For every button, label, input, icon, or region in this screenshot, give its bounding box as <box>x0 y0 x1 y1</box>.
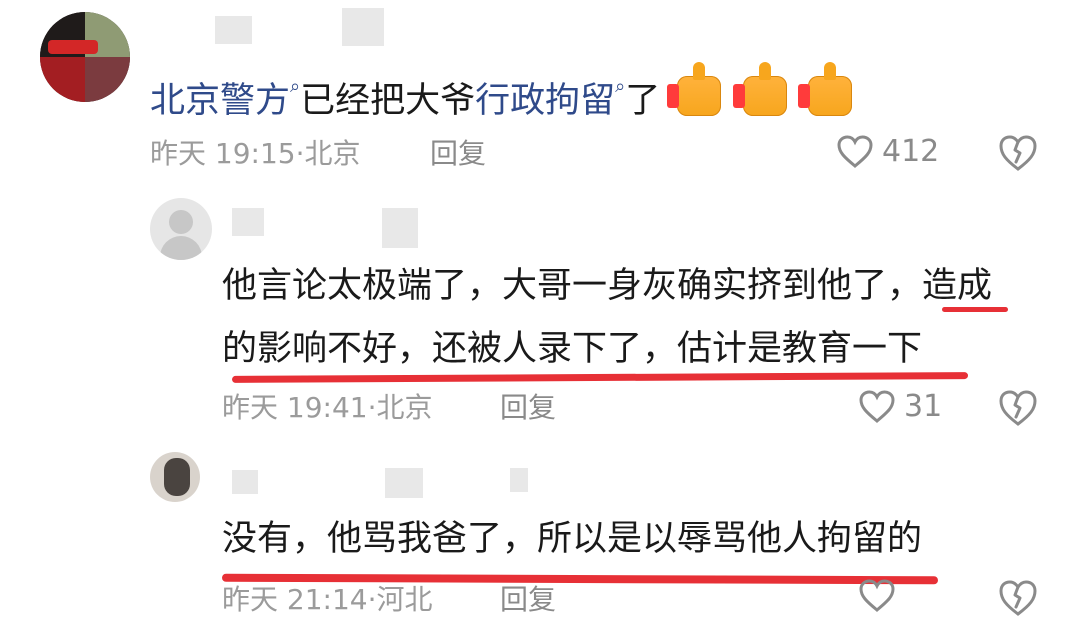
avatar-fragment <box>164 458 190 496</box>
comment-text-line-2: 的影响不好，还被人录下了，估计是教育一下 <box>222 329 923 369</box>
username-redaction <box>232 470 258 494</box>
username-redaction <box>342 8 384 46</box>
topic-link-police[interactable]: 北京警方 <box>150 81 290 121</box>
search-icon: ⌕ <box>615 76 626 97</box>
like-button[interactable]: 31 <box>858 389 942 424</box>
reply-button[interactable]: 回复 <box>500 394 556 422</box>
heart-icon <box>858 579 896 613</box>
thumbs-up-icon <box>732 62 787 116</box>
avatar[interactable] <box>150 452 200 502</box>
broken-heart-icon[interactable] <box>998 389 1038 427</box>
comment-text-line-1: 他言论太极端了，大哥一身灰确实挤到他了，造成 <box>222 266 993 306</box>
like-button[interactable] <box>858 579 904 613</box>
avatar-fragment <box>48 40 98 54</box>
avatar-fragment <box>40 57 85 102</box>
like-count: 31 <box>904 389 943 424</box>
thumbs-up-icon <box>797 62 852 116</box>
comment-text: 没有，他骂我爸了，所以是以辱骂他人拘留的 <box>222 519 923 559</box>
red-underline-mark <box>942 307 1008 312</box>
username-redaction <box>382 208 418 248</box>
broken-heart-icon[interactable] <box>998 579 1038 617</box>
comment-text: 北京警方⌕已经把大爷行政拘留⌕了 <box>150 62 862 123</box>
thumbs-up-icon <box>667 62 722 116</box>
timestamp-location: 昨天 21:14·河北 <box>222 583 433 616</box>
avatar-fragment <box>85 57 130 102</box>
comment-fragment: 已经把大爷 <box>300 81 476 121</box>
username-redaction <box>385 468 423 498</box>
comment-fragment: 了 <box>625 81 661 121</box>
avatar-fragment <box>160 236 202 260</box>
avatar[interactable] <box>150 198 212 260</box>
username-redaction <box>510 468 528 492</box>
timestamp-location: 昨天 19:41·北京 <box>222 391 433 424</box>
reply-button[interactable]: 回复 <box>430 140 486 168</box>
search-icon: ⌕ <box>290 76 301 97</box>
username-redaction <box>215 16 252 44</box>
broken-heart-icon[interactable] <box>998 134 1038 172</box>
reply-button[interactable]: 回复 <box>500 586 556 614</box>
like-button[interactable]: 412 <box>836 134 939 169</box>
heart-icon <box>836 134 874 169</box>
avatar[interactable] <box>40 12 130 102</box>
like-count: 412 <box>882 134 940 169</box>
red-underline-mark <box>231 372 969 383</box>
topic-link-detention[interactable]: 行政拘留 <box>475 81 615 121</box>
username-redaction <box>232 208 264 236</box>
timestamp-location: 昨天 19:15·北京 <box>150 137 361 170</box>
heart-icon <box>858 389 896 424</box>
emoji-group <box>667 62 861 123</box>
avatar-fragment <box>169 210 193 234</box>
